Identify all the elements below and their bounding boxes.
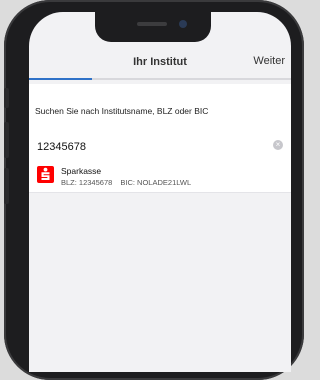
phone-frame: Ihr Institut Weiter Suchen Sie nach Inst… bbox=[4, 0, 304, 380]
side-button bbox=[4, 122, 9, 158]
navigation-bar: Ihr Institut Weiter bbox=[29, 54, 291, 78]
search-input[interactable]: 12345678 × bbox=[29, 130, 291, 161]
side-button bbox=[4, 88, 9, 108]
search-input-value[interactable]: 12345678 bbox=[37, 141, 86, 153]
bank-details: BLZ: 12345678 BIC: NOLADE21LWL bbox=[61, 178, 191, 187]
bank-bic: BIC: NOLADE21LWL bbox=[120, 178, 192, 187]
next-button[interactable]: Weiter bbox=[253, 55, 285, 67]
progress-fill bbox=[29, 78, 92, 80]
list-item[interactable]: Sparkasse BLZ: 12345678 BIC: NOLADE21LWL bbox=[29, 160, 291, 193]
screen: Ihr Institut Weiter Suchen Sie nach Inst… bbox=[29, 12, 291, 372]
page-title: Ihr Institut bbox=[133, 56, 187, 68]
bank-name: Sparkasse bbox=[61, 166, 102, 176]
search-prompt: Suchen Sie nach Institutsname, BLZ oder … bbox=[35, 106, 209, 116]
clear-icon[interactable]: × bbox=[273, 140, 283, 150]
progress-bar bbox=[29, 78, 291, 80]
search-prompt-section: Suchen Sie nach Institutsname, BLZ oder … bbox=[29, 84, 291, 131]
bank-blz: BLZ: 12345678 bbox=[61, 178, 113, 187]
notch bbox=[95, 12, 211, 42]
speaker bbox=[137, 22, 167, 26]
empty-area bbox=[29, 193, 291, 372]
sparkasse-logo-icon bbox=[37, 166, 54, 183]
camera-icon bbox=[179, 20, 187, 28]
side-button bbox=[4, 168, 9, 204]
